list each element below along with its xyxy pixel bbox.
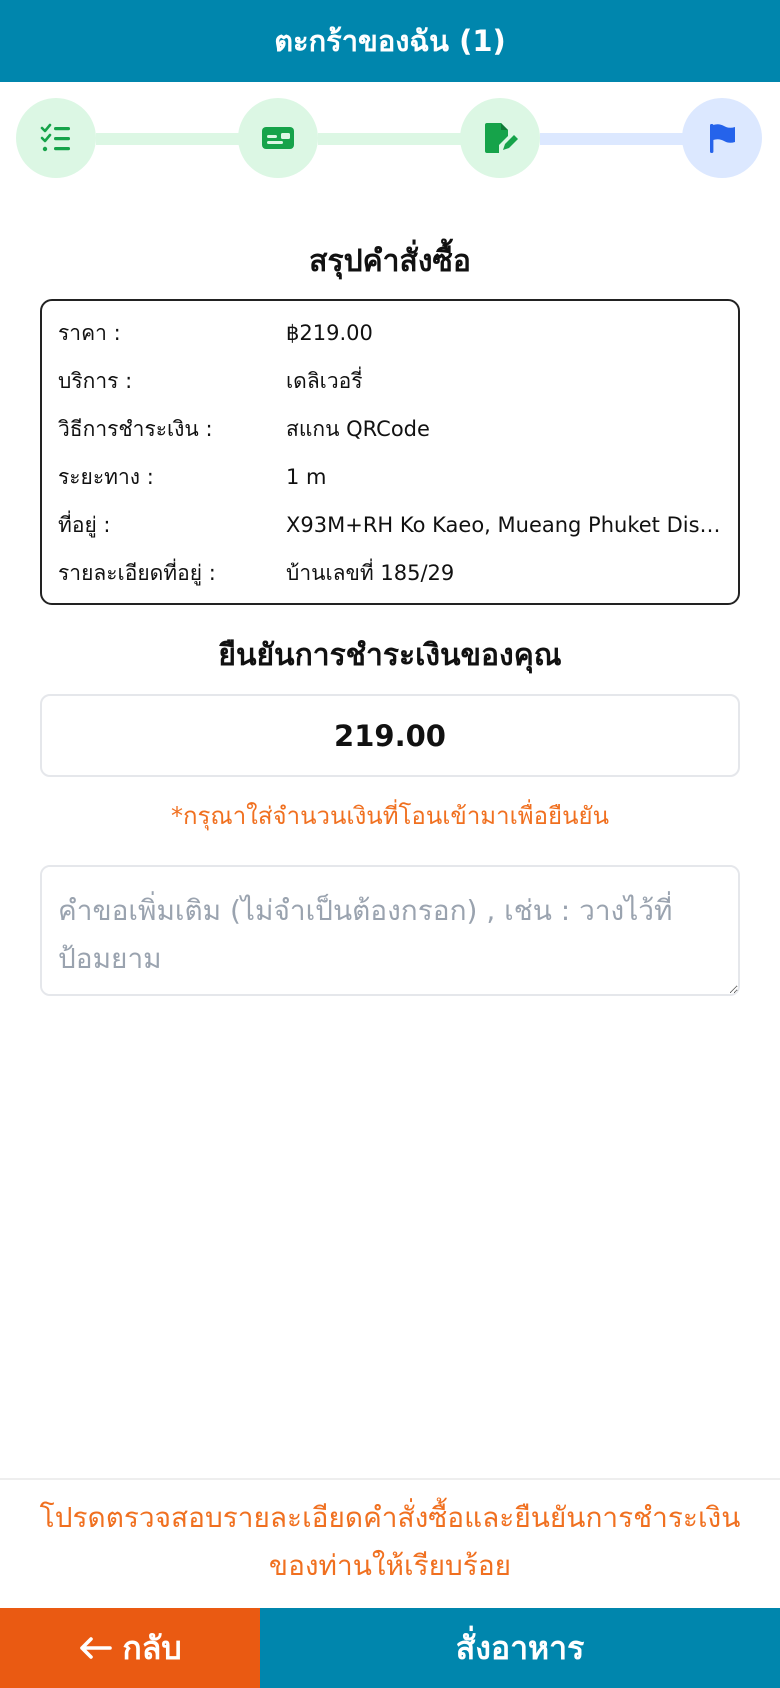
checklist-icon — [40, 123, 70, 152]
place-order-label: สั่งอาหาร — [455, 1628, 585, 1667]
step-payment-method[interactable] — [238, 98, 318, 178]
back-button-label: กลับ — [122, 1628, 182, 1667]
summary-label: ระยะทาง : — [58, 464, 154, 489]
summary-title: สรุปคำสั่งซื้อ — [309, 244, 471, 279]
step-confirm[interactable] — [682, 98, 762, 178]
back-button[interactable]: กลับ — [0, 1608, 260, 1688]
step-details[interactable] — [460, 98, 540, 178]
summary-value: ฿219.00 — [286, 321, 373, 345]
summary-value: เดลิเวอรี่ — [286, 368, 363, 393]
summary-label: ราคา : — [58, 320, 121, 345]
step-connector — [540, 133, 684, 145]
summary-value: X93M+RH Ko Kaeo, Mueang Phuket District — [286, 513, 722, 537]
footer-divider — [0, 1478, 780, 1480]
checkout-stepper — [0, 98, 780, 180]
summary-value: 1 m — [286, 465, 327, 489]
summary-row-payment-method: วิธีการชำระเงิน : สแกน QRCode — [58, 409, 722, 449]
summary-row-address: ที่อยู่ : X93M+RH Ko Kaeo, Mueang Phuket… — [58, 505, 722, 545]
place-order-button[interactable]: สั่งอาหาร — [260, 1608, 780, 1688]
arrow-left-icon — [80, 1637, 113, 1659]
summary-value: บ้านเลขที่ 185/29 — [286, 560, 455, 585]
summary-row-service: บริการ : เดลิเวอรี่ — [58, 361, 722, 401]
footer-message: โปรดตรวจสอบรายละเอียดคำสั่งซื้อและยืนยัน… — [39, 1501, 741, 1582]
page-title: ตะกร้าของฉัน (1) — [274, 24, 506, 58]
step-connector — [318, 133, 462, 145]
summary-row-address-detail: รายละเอียดที่อยู่ : บ้านเลขที่ 185/29 — [58, 553, 722, 593]
app-header: ตะกร้าของฉัน (1) — [0, 0, 780, 82]
flag-icon — [710, 124, 735, 153]
document-edit-icon — [485, 123, 518, 153]
amount-hint: *กรุณาใส่จำนวนเงินที่โอนเข้ามาเพื่อยืนยั… — [171, 802, 609, 830]
transfer-amount-input[interactable]: 219.00 — [40, 694, 740, 777]
transfer-amount-value: 219.00 — [334, 718, 446, 753]
step-connector — [96, 133, 240, 145]
step-cart-items[interactable] — [16, 98, 96, 178]
order-summary-card: ราคา : ฿219.00 บริการ : เดลิเวอรี่ วิธีก… — [40, 299, 740, 605]
payment-confirm-title: ยืนยันการชำระเงินของคุณ — [218, 638, 562, 673]
additional-request-field[interactable] — [40, 865, 740, 996]
summary-label: วิธีการชำระเงิน : — [58, 416, 213, 441]
id-card-icon — [262, 127, 294, 149]
summary-value: สแกน QRCode — [286, 416, 430, 441]
summary-label: บริการ : — [58, 368, 133, 393]
summary-label: ที่อยู่ : — [58, 512, 111, 537]
summary-label: รายละเอียดที่อยู่ : — [58, 560, 216, 585]
summary-row-price: ราคา : ฿219.00 — [58, 313, 722, 353]
summary-row-distance: ระยะทาง : 1 m — [58, 457, 722, 497]
